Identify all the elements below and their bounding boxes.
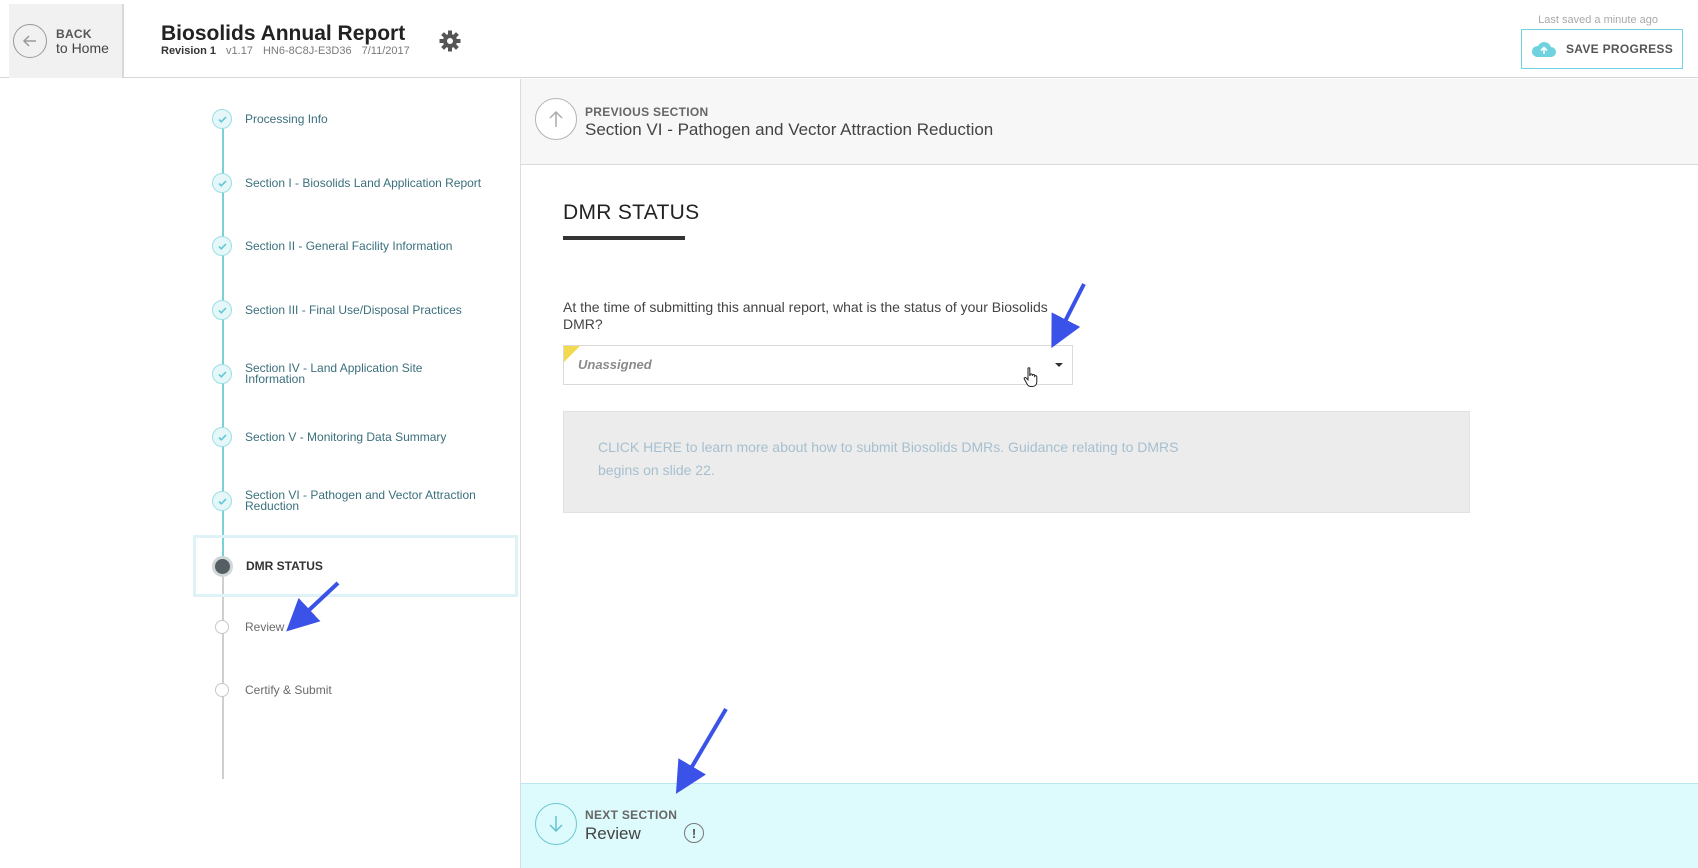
back-label-top: BACK xyxy=(56,27,92,41)
next-section-title: Review xyxy=(585,824,641,843)
nav-step[interactable]: Review xyxy=(212,620,284,634)
main-content: PREVIOUS SECTION Section VI - Pathogen a… xyxy=(520,79,1698,868)
nav-step[interactable]: Section I - Biosolids Land Application R… xyxy=(212,173,481,193)
dmr-status-question: At the time of submitting this annual re… xyxy=(563,299,1048,332)
checkmark-icon xyxy=(212,364,232,384)
hand-pointer-icon xyxy=(1023,366,1039,393)
nav-step[interactable]: Section VI - Pathogen and Vector Attract… xyxy=(212,488,485,513)
current-step-icon xyxy=(212,556,233,577)
nav-step-label: Certify & Submit xyxy=(245,682,332,697)
next-section-caption: NEXT SECTION xyxy=(585,808,678,822)
heading-underline xyxy=(563,236,685,240)
report-date: 7/11/2017 xyxy=(361,45,410,57)
dropdown-selected-value: Unassigned xyxy=(578,357,652,372)
checkmark-icon xyxy=(212,109,232,129)
nav-step[interactable]: Section V - Monitoring Data Summary xyxy=(212,427,446,447)
nav-step-label: Section II - General Facility Informatio… xyxy=(245,238,453,253)
page-title: Biosolids Annual Report xyxy=(161,22,406,45)
checkmark-icon xyxy=(212,300,232,320)
progress-line-remaining xyxy=(222,565,224,779)
report-meta: Revision 1 v1.17 HN6-8C8J-E3D36 7/11/2017 xyxy=(161,45,420,57)
nav-step-label: Section V - Monitoring Data Summary xyxy=(245,429,447,444)
guidance-link[interactable]: CLICK HERE xyxy=(598,439,682,455)
back-label-bottom: to Home xyxy=(56,40,109,56)
chevron-down-icon xyxy=(1055,363,1063,367)
empty-step-icon xyxy=(215,683,229,697)
checkmark-icon xyxy=(212,236,232,256)
nav-step-label: Processing Info xyxy=(245,111,328,126)
checkmark-icon xyxy=(212,173,232,193)
nav-step-label: Review xyxy=(245,619,285,634)
nav-step[interactable]: Section II - General Facility Informatio… xyxy=(212,236,452,256)
previous-section-caption: PREVIOUS SECTION xyxy=(585,105,709,119)
previous-section-title: Section VI - Pathogen and Vector Attract… xyxy=(585,120,994,139)
section-nav: Processing Info Section I - Biosolids Lan… xyxy=(0,79,520,868)
save-progress-button[interactable]: SAVE PROGRESS xyxy=(1521,29,1683,69)
arrow-down-icon xyxy=(535,803,577,845)
section-heading: DMR STATUS xyxy=(563,201,700,224)
nav-step-label: Section I - Biosolids Land Application R… xyxy=(245,175,482,190)
nav-step[interactable]: Section IV - Land Application Site Infor… xyxy=(212,361,485,386)
previous-section-bar[interactable]: PREVIOUS SECTION Section VI - Pathogen a… xyxy=(521,79,1698,165)
guidance-box: CLICK HERE to learn more about how to su… xyxy=(563,411,1470,513)
arrow-up-icon xyxy=(535,98,577,140)
back-to-home-button[interactable]: BACK to Home xyxy=(9,4,124,78)
nav-step[interactable]: Section III - Final Use/Disposal Practic… xyxy=(212,300,462,320)
guidance-text: CLICK HERE to learn more about how to su… xyxy=(598,436,1218,482)
gear-icon[interactable] xyxy=(438,29,462,53)
app-header: BACK to Home Biosolids Annual Report Rev… xyxy=(0,0,1698,78)
nav-step-label: Section III - Final Use/Disposal Practic… xyxy=(245,302,462,317)
arrow-left-icon xyxy=(13,24,47,58)
cloud-upload-icon xyxy=(1531,42,1556,57)
nav-step[interactable]: Processing Info xyxy=(212,109,328,129)
checkmark-icon xyxy=(212,491,232,511)
nav-step-label: DMR STATUS xyxy=(246,559,323,573)
guidance-body: to learn more about how to submit Biosol… xyxy=(598,439,1179,478)
nav-step-label: Section IV - Land Application Site Infor… xyxy=(245,361,423,386)
next-section-bar[interactable]: NEXT SECTION Review ! xyxy=(521,783,1698,868)
last-saved-status: Last saved a minute ago xyxy=(1538,14,1658,26)
warning-icon[interactable]: ! xyxy=(684,823,704,843)
save-progress-label: SAVE PROGRESS xyxy=(1565,42,1674,56)
nav-step[interactable]: DMR STATUS xyxy=(212,556,323,577)
version-label: v1.17 xyxy=(226,45,253,57)
checkmark-icon xyxy=(212,427,232,447)
nav-step-label: Section VI - Pathogen and Vector Attract… xyxy=(245,488,476,513)
report-code: HN6-8C8J-E3D36 xyxy=(262,45,352,57)
dmr-status-dropdown[interactable]: Unassigned xyxy=(563,345,1073,385)
empty-step-icon xyxy=(215,620,229,634)
revision-label: Revision 1 xyxy=(161,45,217,57)
nav-step[interactable]: Certify & Submit xyxy=(212,683,332,697)
